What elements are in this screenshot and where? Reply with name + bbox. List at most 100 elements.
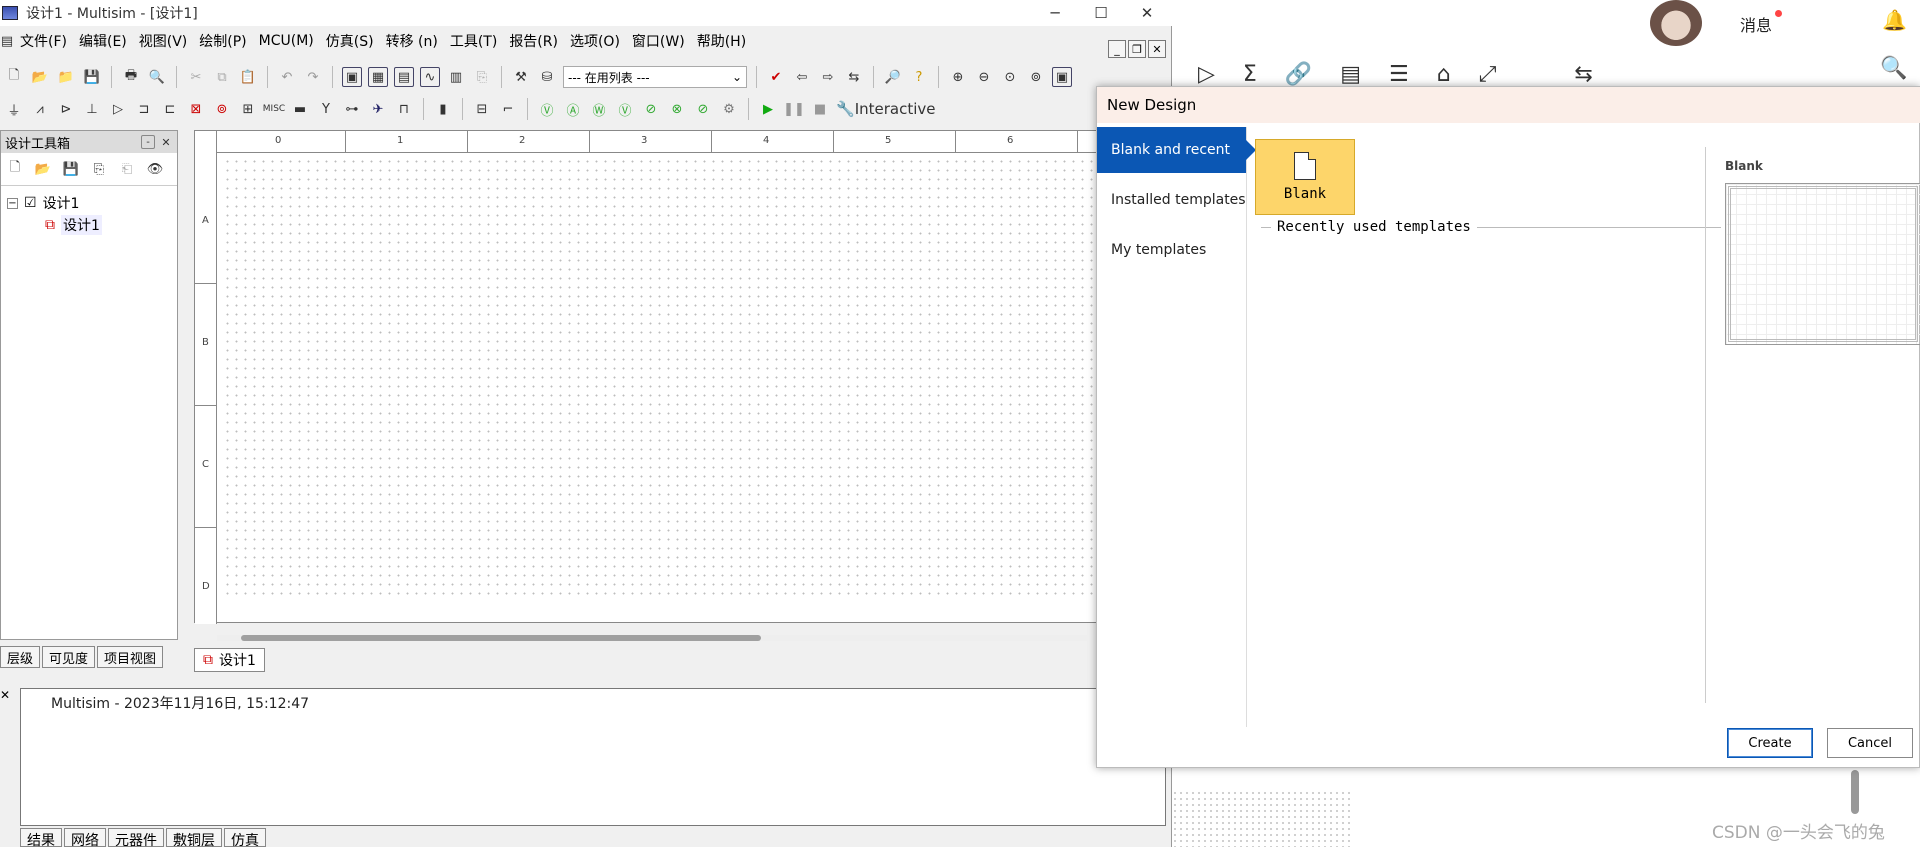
maximize-button[interactable]: ☐	[1078, 0, 1124, 26]
indicator-icon[interactable]: ⊚	[212, 99, 232, 119]
toolbox-minimize-button[interactable]: -	[141, 135, 155, 149]
tab-visibility[interactable]: 可见度	[42, 646, 96, 668]
bell-icon[interactable]: 🔔	[1882, 8, 1907, 32]
search-icon[interactable]: 🔍	[1880, 56, 1907, 81]
save-icon[interactable]: 💾	[82, 67, 102, 87]
menu-window[interactable]: 窗口(W)	[626, 31, 691, 51]
tab-hierarchy[interactable]: 层级	[0, 646, 41, 668]
probe-voltage-icon[interactable]: Ⓥ	[537, 99, 557, 119]
help-icon[interactable]: ?	[909, 67, 929, 87]
probe-digital-icon[interactable]: ⊗	[667, 99, 687, 119]
sidebar-item-blank-recent[interactable]: Blank and recent	[1097, 127, 1256, 173]
menu-help[interactable]: 帮助(H)	[691, 31, 752, 51]
save-file-icon[interactable]: 💾	[61, 159, 81, 179]
page-scrollbar[interactable]	[1851, 770, 1859, 814]
connector-icon[interactable]: ⊓	[394, 99, 414, 119]
menu-edit[interactable]: 编辑(E)	[73, 31, 133, 51]
mdi-minimize-button[interactable]: _	[1108, 40, 1126, 58]
advanced-peripherals-icon[interactable]: ▬	[290, 99, 310, 119]
tab-nets[interactable]: 网络	[64, 828, 106, 849]
probe-settings-icon[interactable]: ⚙	[719, 99, 739, 119]
mdi-restore-button[interactable]: ❐	[1128, 40, 1146, 58]
paste-icon[interactable]: 📋	[238, 67, 258, 87]
open-file-icon[interactable]: 📂	[33, 159, 53, 179]
close-button[interactable]: ✕	[1124, 0, 1170, 26]
open-icon[interactable]: 📂	[30, 67, 50, 87]
tab-project-view[interactable]: 项目视图	[97, 646, 164, 668]
tab-components[interactable]: 元器件	[108, 828, 164, 849]
misc-icon[interactable]: MISC	[263, 99, 285, 119]
probe-current-icon[interactable]: Ⓐ	[563, 99, 583, 119]
grid-area[interactable]	[223, 157, 1093, 597]
video-icon[interactable]: ▷	[1198, 62, 1215, 87]
cancel-button[interactable]: Cancel	[1827, 728, 1913, 758]
undo-icon[interactable]: ↶	[277, 67, 297, 87]
collapse-icon[interactable]: −	[7, 197, 18, 209]
basic-icon[interactable]: ⩘	[30, 99, 50, 119]
run-icon[interactable]: ▶	[758, 99, 778, 119]
menu-tools[interactable]: 工具(T)	[444, 31, 503, 51]
output-close-icon[interactable]: ✕	[0, 688, 14, 708]
find-icon[interactable]: 🔎	[883, 67, 903, 87]
sidebar-item-installed-templates[interactable]: Installed templates	[1097, 177, 1246, 223]
grapher-icon[interactable]: ∿	[420, 67, 440, 87]
tree-child-row[interactable]: ⧉ 设计1	[7, 214, 177, 236]
redo-icon[interactable]: ↷	[303, 67, 323, 87]
menu-simulate[interactable]: 仿真(S)	[320, 31, 380, 51]
transfer-icon[interactable]: ⇆	[844, 67, 864, 87]
tab-simulation[interactable]: 仿真	[224, 828, 266, 849]
stop-icon[interactable]: ■	[810, 99, 830, 119]
postprocessor-icon[interactable]: ▥	[446, 67, 466, 87]
open-sample-icon[interactable]: 📁	[56, 67, 76, 87]
ttl-icon[interactable]: ⊐	[134, 99, 154, 119]
menu-view[interactable]: 视图(V)	[133, 31, 194, 51]
delete-file-icon[interactable]: ⎗	[117, 159, 137, 179]
zoom-out-icon[interactable]: ⊖	[974, 67, 994, 87]
tab-design1[interactable]: ⧉ 设计1	[194, 648, 265, 672]
sum-icon[interactable]: Σ	[1243, 62, 1257, 87]
hierarchical-block-icon[interactable]: ⊟	[472, 99, 492, 119]
menu-reports[interactable]: 报告(R)	[503, 31, 564, 51]
database-manager-icon[interactable]: ⛁	[537, 67, 557, 87]
pause-icon[interactable]: ❚❚	[783, 99, 805, 119]
avatar[interactable]	[1650, 0, 1702, 46]
show-icon[interactable]: 👁	[145, 159, 165, 179]
swap-icon[interactable]: ⇆	[1574, 62, 1592, 87]
probe-ref-icon[interactable]: ⊘	[641, 99, 661, 119]
menu-transfer[interactable]: 转移 (n)	[380, 31, 444, 51]
print-preview-icon[interactable]: 🔍	[147, 67, 167, 87]
cut-icon[interactable]: ✂	[186, 67, 206, 87]
zoom-area-icon[interactable]: ⊙	[1000, 67, 1020, 87]
zoom-in-icon[interactable]: ⊕	[948, 67, 968, 87]
tab-results[interactable]: 结果	[20, 828, 62, 849]
toolbox-toggle-icon[interactable]: ▣	[342, 67, 362, 87]
new-file-icon[interactable]: 🗋	[5, 159, 25, 179]
rf-icon[interactable]: Y	[316, 99, 336, 119]
bus-icon[interactable]: ⌐	[498, 99, 518, 119]
mixed-icon[interactable]: ⊠	[186, 99, 206, 119]
link-icon[interactable]: 🔗	[1285, 62, 1312, 87]
list-icon[interactable]: ☰	[1389, 62, 1409, 87]
probe-icon[interactable]: ⊘	[693, 99, 713, 119]
probe-differential-icon[interactable]: Ⓥ	[615, 99, 635, 119]
scrollbar-thumb[interactable]	[241, 635, 761, 641]
toolbox-close-button[interactable]: ✕	[159, 135, 173, 149]
power-icon[interactable]: ⊞	[238, 99, 258, 119]
schematic-canvas[interactable]: 0 1 2 3 4 5 6 A B C D	[194, 130, 1099, 641]
menu-mcu[interactable]: MCU(M)	[253, 33, 320, 49]
blank-template-tile[interactable]: Blank	[1255, 139, 1355, 215]
copy-icon[interactable]: ⧉	[212, 67, 232, 87]
component-wizard-icon[interactable]: ⚒	[511, 67, 531, 87]
minimize-button[interactable]: ─	[1032, 0, 1078, 26]
stamp-icon[interactable]: ⌂	[1437, 62, 1451, 87]
table-icon[interactable]: ▤	[1340, 62, 1361, 87]
source-icon[interactable]: ⏚	[4, 99, 24, 119]
forward-annotate-icon[interactable]: ⇨	[818, 67, 838, 87]
mcu-icon[interactable]: ▮	[433, 99, 453, 119]
menu-options[interactable]: 选项(O)	[564, 31, 626, 51]
menu-place[interactable]: 绘制(P)	[193, 31, 252, 51]
back-annotate-icon[interactable]: ⇦	[792, 67, 812, 87]
diode-icon[interactable]: ⊳	[56, 99, 76, 119]
ni-component-icon[interactable]: ✈	[368, 99, 388, 119]
cmos-icon[interactable]: ⊏	[160, 99, 180, 119]
